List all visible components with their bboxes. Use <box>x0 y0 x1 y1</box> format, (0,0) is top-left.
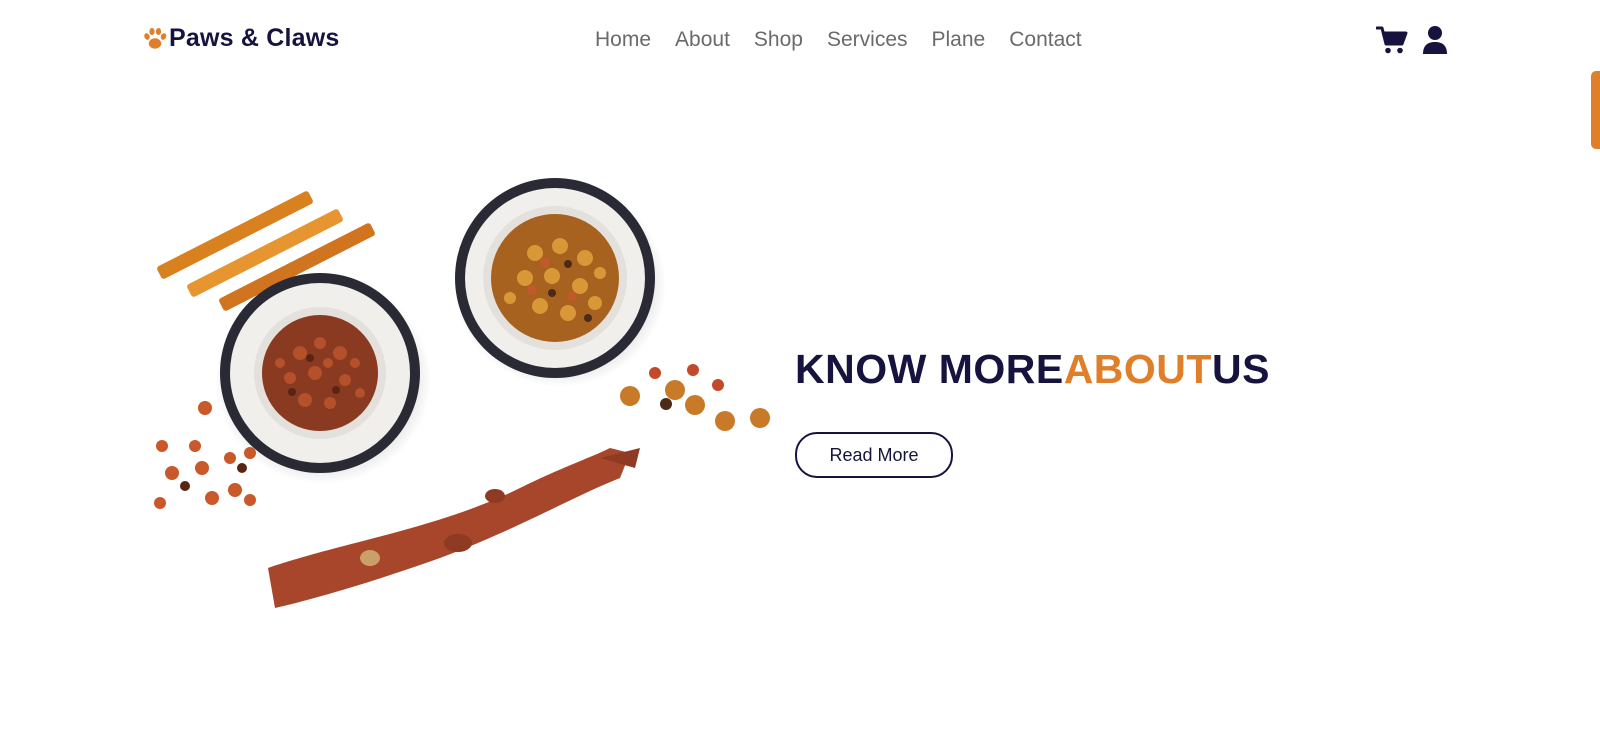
nav-home[interactable]: Home <box>595 26 651 54</box>
site-header: Paws & Claws Home About Shop Services Pl… <box>0 0 1600 80</box>
nav-shop[interactable]: Shop <box>754 26 803 54</box>
header-icons <box>1376 25 1448 55</box>
right-food-bowl <box>454 178 666 387</box>
scrollbar-thumb[interactable] <box>1591 71 1600 149</box>
paw-icon <box>144 27 167 49</box>
nav-about[interactable]: About <box>675 26 730 54</box>
hero-image <box>154 178 770 608</box>
nav-plane[interactable]: Plane <box>932 26 986 54</box>
main-nav: Home About Shop Services Plane Contact <box>595 26 1106 54</box>
nav-services[interactable]: Services <box>827 26 908 54</box>
scattered-kibble-right <box>620 364 770 431</box>
read-more-button[interactable]: Read More <box>795 432 953 478</box>
nav-contact[interactable]: Contact <box>1009 26 1081 54</box>
headline-part-1: KNOW MORE <box>795 346 1064 392</box>
headline-part-3: US <box>1211 346 1270 392</box>
brand-logo[interactable]: Paws & Claws <box>142 24 340 53</box>
headline-accent: ABOUT <box>1063 346 1212 392</box>
user-icon[interactable] <box>1422 25 1448 55</box>
brand-name: Paws & Claws <box>169 24 340 52</box>
hero-headline: KNOW MOREABOUTUS <box>795 344 1270 394</box>
cart-icon[interactable] <box>1376 25 1408 55</box>
